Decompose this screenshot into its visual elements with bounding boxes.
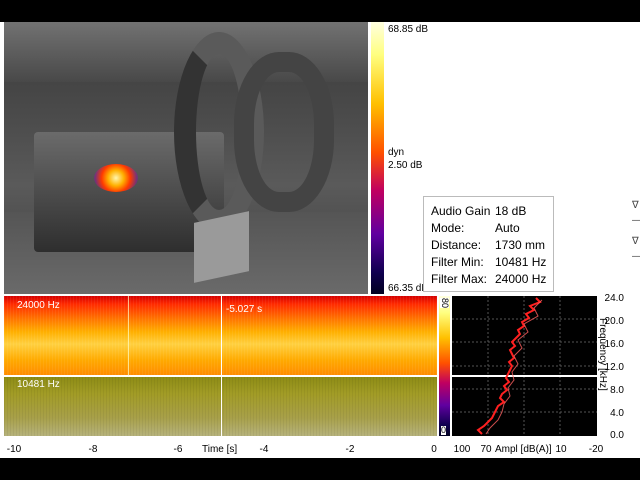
spectrum-x-tick: 70 xyxy=(480,444,492,455)
info-value: 10481 Hz xyxy=(495,255,547,269)
level-colorbar xyxy=(371,22,384,294)
bottom-black-strip xyxy=(0,458,640,480)
spectrum-frequency-axis-label: Frequency [kHz] xyxy=(597,318,608,391)
spectrogram-x-tick: -4 xyxy=(259,444,269,455)
sound-source-hotspot xyxy=(94,164,138,192)
info-row-filter-min: Filter Min: 10481 Hz xyxy=(431,255,546,269)
spectrum-x-axis-label: Ampl [dB(A)] xyxy=(495,444,552,455)
spectrogram-upper-freq-label: 24000 Hz xyxy=(17,300,60,311)
spectrum-x-tick: 100 xyxy=(453,444,471,455)
spectrum-x-tick: 10 xyxy=(555,444,567,455)
camera-box xyxy=(194,211,249,283)
info-value: 24000 Hz xyxy=(495,272,547,286)
info-panel: Audio Gain 18 dB Mode: Auto Distance: 1730 … xyxy=(423,196,554,292)
colorbar-max-label: 68.85 dB xyxy=(388,24,429,35)
spectrum-y-tick: 4.0 xyxy=(610,408,624,419)
time-cursor[interactable] xyxy=(221,296,222,436)
spectrum-grid xyxy=(452,296,597,436)
spectrogram-x-tick: 0 xyxy=(431,444,437,455)
info-key: Mode: xyxy=(431,221,465,235)
spectrogram-x-axis-label: Time [s] xyxy=(202,444,238,455)
info-row-distance: Distance: 1730 mm xyxy=(431,238,545,252)
spectrum-y-tick: 0.0 xyxy=(610,430,624,441)
spectrogram-x-tick: -8 xyxy=(88,444,98,455)
spectrogram-x-tick: -6 xyxy=(173,444,183,455)
info-row-mode: Mode: Auto xyxy=(431,221,520,235)
info-row-filter-max: Filter Max: 24000 Hz xyxy=(431,272,546,286)
spectrogram-marker-line xyxy=(128,296,129,376)
info-key: Distance: xyxy=(431,238,482,252)
spectrogram-lower-freq-label: 10481 Hz xyxy=(17,379,60,390)
colorbar-mode-label: dyn xyxy=(388,147,405,158)
info-key: Filter Min: xyxy=(431,255,484,269)
top-black-strip xyxy=(0,0,640,22)
spectrogram-x-tick: -2 xyxy=(345,444,355,455)
camera-hose xyxy=(234,52,334,212)
spectrogram[interactable]: 24000 Hz -5.027 s 10481 Hz xyxy=(4,296,437,436)
spectrum-y-tick: 24.0 xyxy=(604,293,624,304)
spectrogram-colorbar-bottom-label: 0 xyxy=(441,425,447,435)
colorbar-range-label: 2.50 dB xyxy=(388,160,423,171)
spectrogram-colorbar xyxy=(439,296,450,436)
spectrogram-colorbar-top-label: 80 xyxy=(440,298,450,309)
right-edge-controls: ∇ — ∇ — xyxy=(632,200,640,262)
spectrum-plot xyxy=(452,296,597,436)
spectrogram-x-tick: -10 xyxy=(6,444,22,455)
info-value: 18 dB xyxy=(495,204,527,218)
info-value: Auto xyxy=(495,221,520,235)
frequency-spectrum[interactable] xyxy=(452,296,597,436)
spectrum-x-tick: -20 xyxy=(588,444,604,455)
info-key: Audio Gain xyxy=(431,204,491,218)
info-value: 1730 mm xyxy=(495,238,546,252)
info-key: Filter Max: xyxy=(431,272,488,286)
acoustic-camera-app: 68.85 dB dyn 2.50 dB 66.35 dB Audio Gain… xyxy=(0,0,640,480)
info-row-audio-gain: Audio Gain 18 dB xyxy=(431,204,526,218)
time-cursor-label: -5.027 s xyxy=(226,304,263,315)
camera-view[interactable] xyxy=(4,22,368,294)
